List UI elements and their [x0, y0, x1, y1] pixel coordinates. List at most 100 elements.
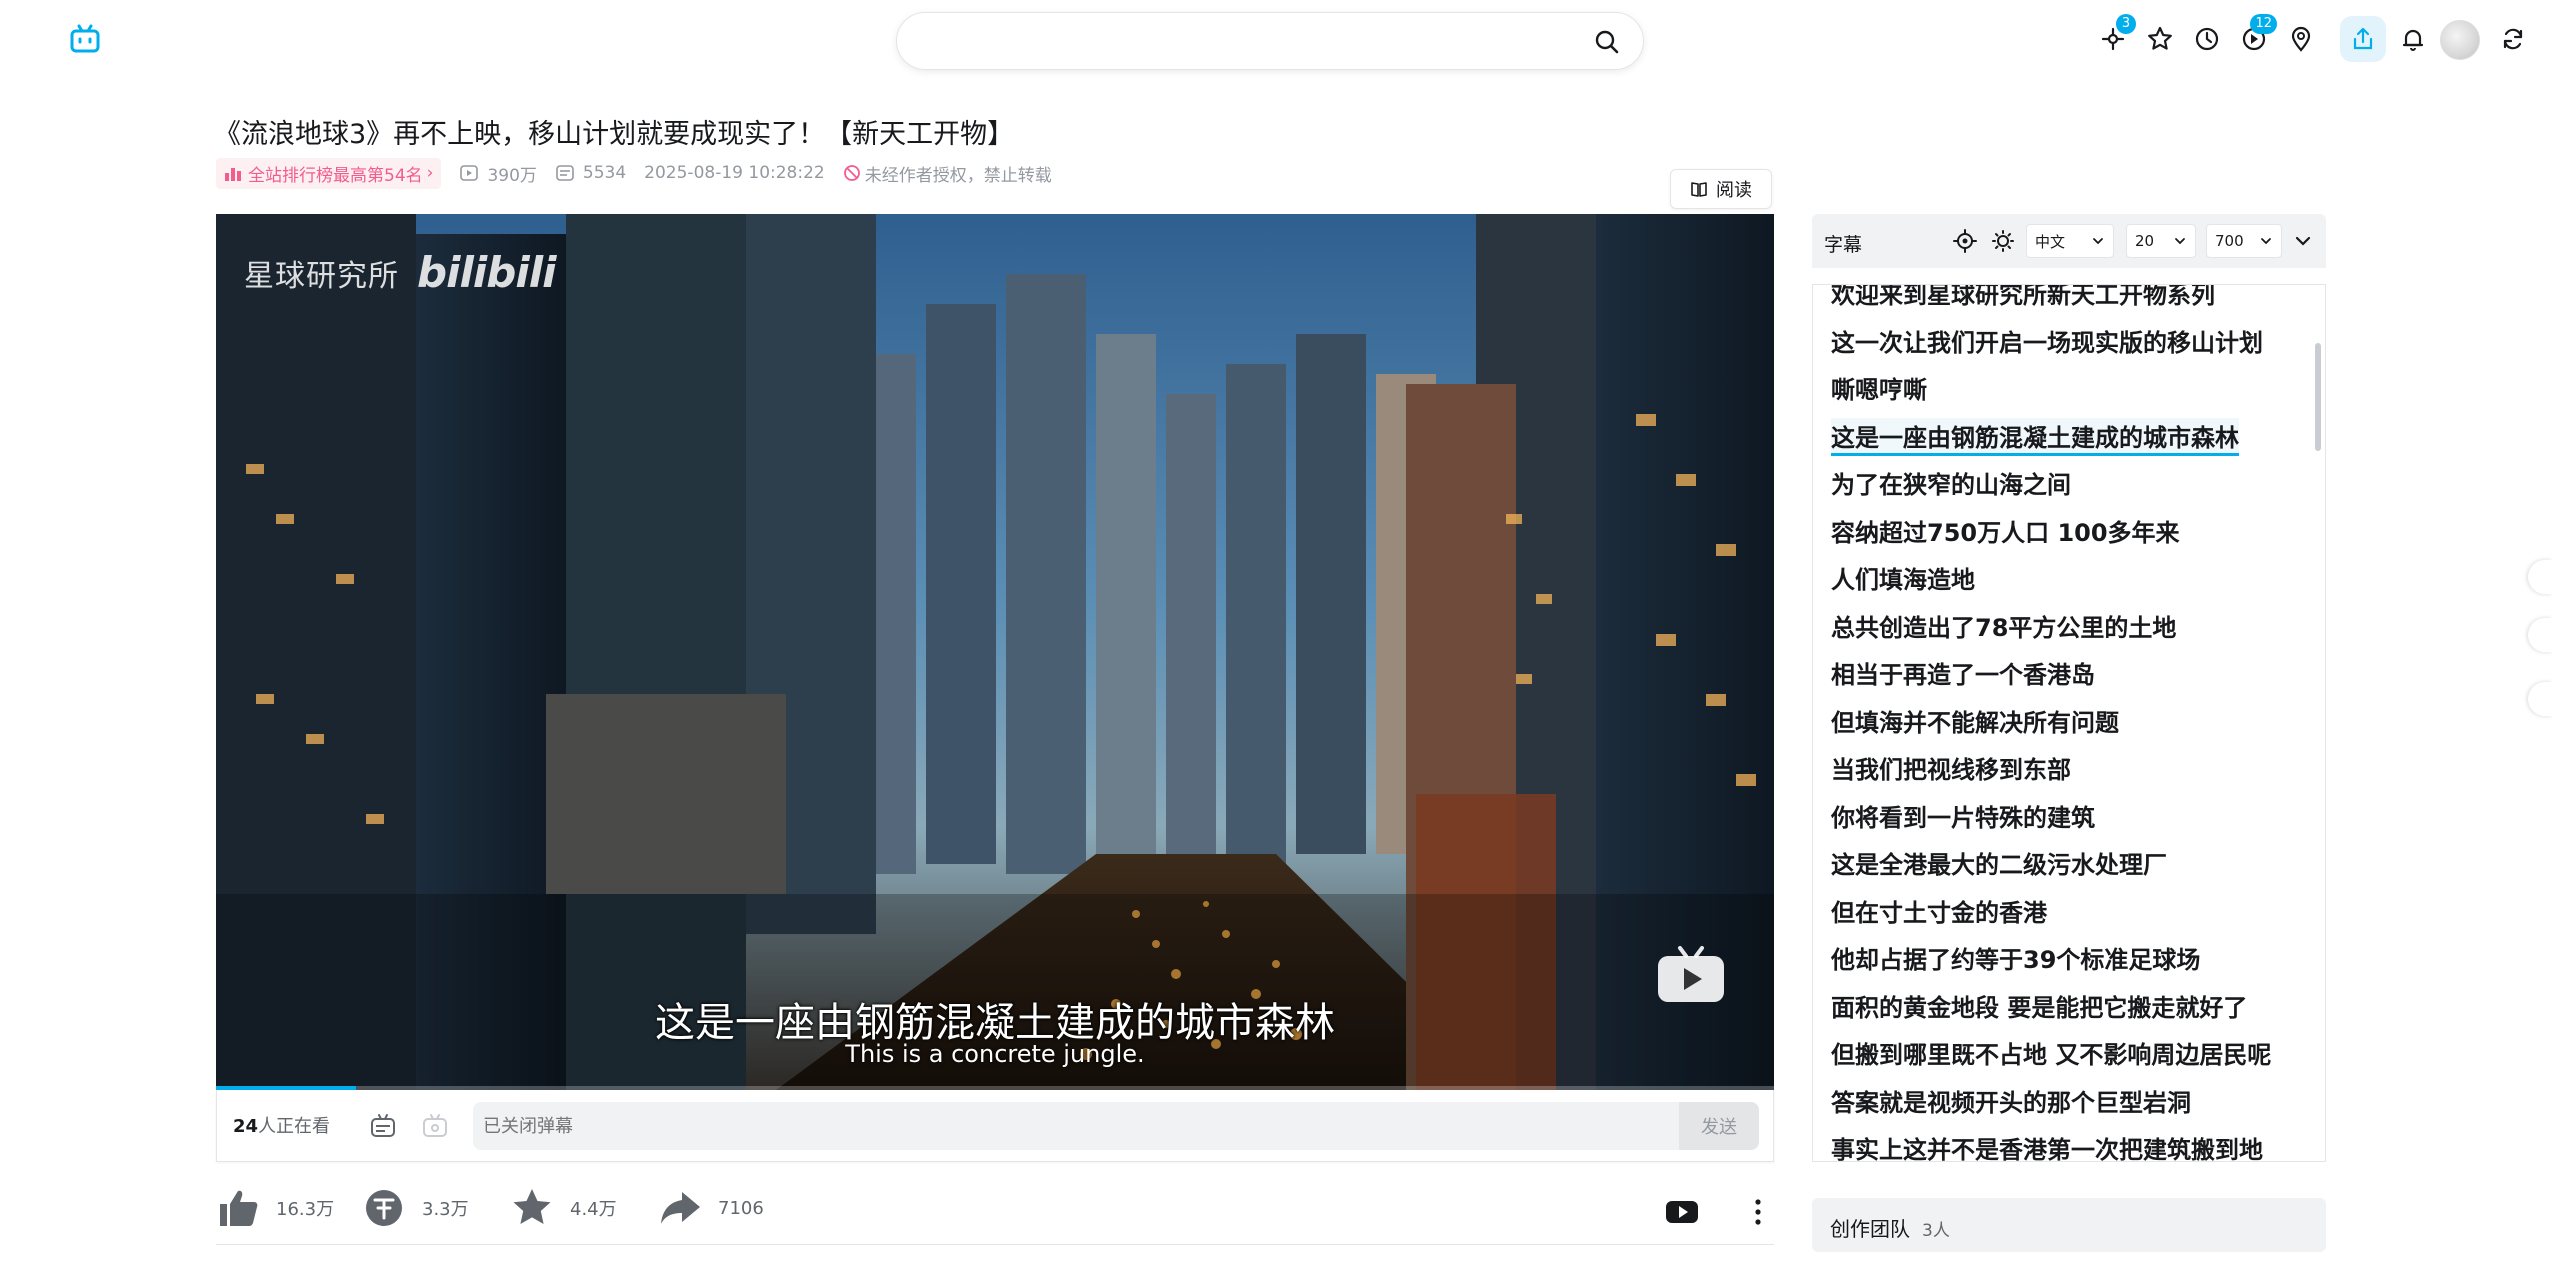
search-input[interactable] [921, 23, 1561, 61]
subtitle-line[interactable]: 这是全港最大的二级污水处理厂 [1831, 845, 2167, 880]
subtitle-line[interactable]: 欢迎来到星球研究所新天工开物系列 [1831, 285, 2215, 310]
dynamic-badge: 3 [2116, 14, 2136, 34]
subtitle-line[interactable]: 但搬到哪里既不占地 又不影响周边居民呢 [1831, 1035, 2271, 1070]
read-button-label: 阅读 [1716, 180, 1752, 201]
video-subtitle-en: This is a concrete jungle. [845, 1040, 1145, 1068]
danmaku-count: 5534 [555, 163, 626, 183]
top-navigation-bar: 3 12 [0, 0, 2552, 80]
rank-icon [225, 168, 241, 181]
subtitle-panel-title: 字幕 [1824, 234, 1863, 256]
view-count: 390万 [459, 161, 537, 186]
danmaku-settings-icon[interactable] [421, 1112, 449, 1140]
locate-icon[interactable] [1952, 228, 1978, 254]
notification-icon[interactable] [2390, 16, 2436, 62]
like-button[interactable]: 16.3万 [216, 1186, 334, 1230]
upload-share-icon[interactable] [2340, 16, 2386, 62]
subtitle-line[interactable]: 事实上这并不是香港第一次把建筑搬到地 [1831, 1130, 2263, 1161]
brightness-icon[interactable] [1990, 228, 2016, 254]
more-options-icon[interactable] [1740, 1194, 1776, 1230]
subtitle-line[interactable]: 这一次让我们开启一场现实版的移山计划 [1831, 323, 2263, 358]
video-action-toolbar: 16.3万 3.3万 4.4万 7106 [216, 1176, 1774, 1240]
chevron-down-icon [2261, 238, 2271, 245]
creator-team-section[interactable]: 创作团队 3人 [1812, 1198, 2326, 1252]
book-icon [1691, 182, 1707, 197]
subtitle-line[interactable]: 当我们把视线移到东部 [1831, 750, 2071, 785]
subtitle-panel: 字幕 中文 20 700 欢迎来到星球研究所新天工开物系列这一次让我们开启一场现… [1812, 214, 2326, 1162]
team-title: 创作团队 [1830, 1217, 1910, 1241]
font-size-select[interactable]: 20 [2126, 224, 2196, 258]
location-icon[interactable] [2278, 16, 2324, 62]
subtitle-line-active[interactable]: 这是一座由钢筋混凝土建成的城市森林 [1831, 417, 2239, 456]
subtitle-list[interactable]: 欢迎来到星球研究所新天工开物系列这一次让我们开启一场现实版的移山计划 嘶嗯哼嘶这是… [1812, 284, 2326, 1162]
chevron-down-icon [2175, 238, 2185, 245]
avatar[interactable] [2440, 20, 2480, 60]
language-value: 中文 [2035, 232, 2066, 251]
send-button[interactable]: 发送 [1679, 1102, 1759, 1150]
bilibili-tv-icon[interactable] [68, 22, 102, 56]
danmaku-count-value: 5534 [582, 163, 627, 183]
chevron-right-icon: › [426, 163, 434, 183]
collapse-chevron-icon[interactable] [2292, 230, 2314, 252]
coin-button[interactable]: 3.3万 [362, 1186, 469, 1230]
danmaku-bar: 24人正在看 发送 [216, 1090, 1774, 1162]
view-count-value: 390万 [487, 165, 537, 186]
language-select[interactable]: 中文 [2026, 224, 2114, 258]
read-button[interactable]: 阅读 [1670, 169, 1772, 209]
font-weight-select[interactable]: 700 [2206, 224, 2282, 258]
edge-widget-icon[interactable] [2528, 682, 2552, 716]
share-button[interactable]: 7106 [658, 1186, 764, 1230]
creation-badge: 12 [2250, 14, 2277, 34]
favorites-icon[interactable] [2137, 16, 2183, 62]
subtitle-line[interactable]: 但在寸土寸金的香港 [1831, 893, 2047, 928]
chevron-down-icon [2093, 238, 2103, 245]
coin-icon [366, 1190, 402, 1226]
forbidden-icon [843, 165, 860, 181]
rank-badge[interactable]: 全站排行榜最高第54名 › [216, 157, 442, 189]
search-icon[interactable] [1593, 28, 1621, 56]
refresh-icon[interactable] [2490, 16, 2536, 62]
subtitle-line[interactable]: 答案就是视频开头的那个巨型岩洞 [1831, 1083, 2191, 1118]
coin-count: 3.3万 [422, 1199, 469, 1220]
like-icon [220, 1190, 258, 1226]
edge-widget-icon[interactable] [2528, 560, 2552, 594]
subtitle-panel-header: 字幕 中文 20 700 [1812, 214, 2326, 268]
font-weight-value: 700 [2215, 232, 2244, 250]
video-title: 《流浪地球3》再不上映，移山计划就要成现实了！【新天工开物】 [214, 119, 1015, 150]
viewers-count: 24 [233, 1116, 259, 1137]
watermark-text: 星球研究所 [244, 258, 399, 294]
history-icon[interactable] [2184, 16, 2230, 62]
subtitle-line[interactable]: 容纳超过750万人口 100多年来 [1831, 513, 2180, 548]
like-count: 16.3万 [276, 1199, 335, 1220]
rank-label: 全站排行榜最高第54名 [248, 165, 423, 186]
publish-time: 2025-08-19 10:28:22 [644, 163, 825, 183]
watermark-brand: bilibili [417, 248, 557, 297]
subtitle-line[interactable]: 面积的黄金地段 要是能把它搬走就好了 [1831, 988, 2247, 1023]
subtitle-line[interactable]: 相当于再造了一个香港岛 [1831, 655, 2095, 690]
subtitle-line[interactable]: 你将看到一片特殊的建筑 [1831, 798, 2095, 833]
subtitle-line[interactable]: 人们填海造地 [1831, 560, 1975, 595]
play-icon[interactable] [1656, 944, 1726, 1004]
subtitle-line[interactable]: 他却占据了约等于39个标准足球场 [1831, 940, 2200, 975]
video-watermark: 星球研究所 bilibili [244, 248, 557, 297]
subtitle-line[interactable]: 嘶嗯哼嘶 [1831, 370, 1927, 405]
edge-widget-icon[interactable] [2528, 618, 2552, 652]
subtitle-scrollbar[interactable] [2315, 343, 2321, 451]
subtitle-line[interactable]: 但填海并不能解决所有问题 [1831, 703, 2119, 738]
danmaku-icon [556, 165, 574, 181]
share-count: 7106 [718, 1197, 764, 1219]
subtitle-line[interactable]: 总共创造出了78平方公里的土地 [1831, 608, 2176, 643]
favorite-button[interactable]: 4.4万 [510, 1186, 617, 1230]
team-count: 3人 [1922, 1221, 1950, 1241]
toolbar-divider [216, 1244, 1774, 1245]
creation-icon[interactable]: 12 [2231, 14, 2277, 62]
dynamic-icon[interactable]: 3 [2090, 14, 2136, 62]
share-arrow-icon [661, 1192, 700, 1224]
subtitle-line[interactable]: 为了在狭窄的山海之间 [1831, 465, 2071, 500]
danmaku-toggle-icon[interactable] [369, 1112, 397, 1140]
danmaku-input[interactable] [473, 1102, 1679, 1150]
star-icon [513, 1189, 551, 1224]
video-player[interactable]: 星球研究所 bilibili 这是一座由钢筋混凝土建成的城市森林 This is… [216, 214, 1774, 1090]
viewers-online: 24人正在看 [233, 1112, 330, 1138]
favorite-count: 4.4万 [570, 1199, 617, 1220]
youtube-play-icon[interactable] [1664, 1194, 1700, 1230]
